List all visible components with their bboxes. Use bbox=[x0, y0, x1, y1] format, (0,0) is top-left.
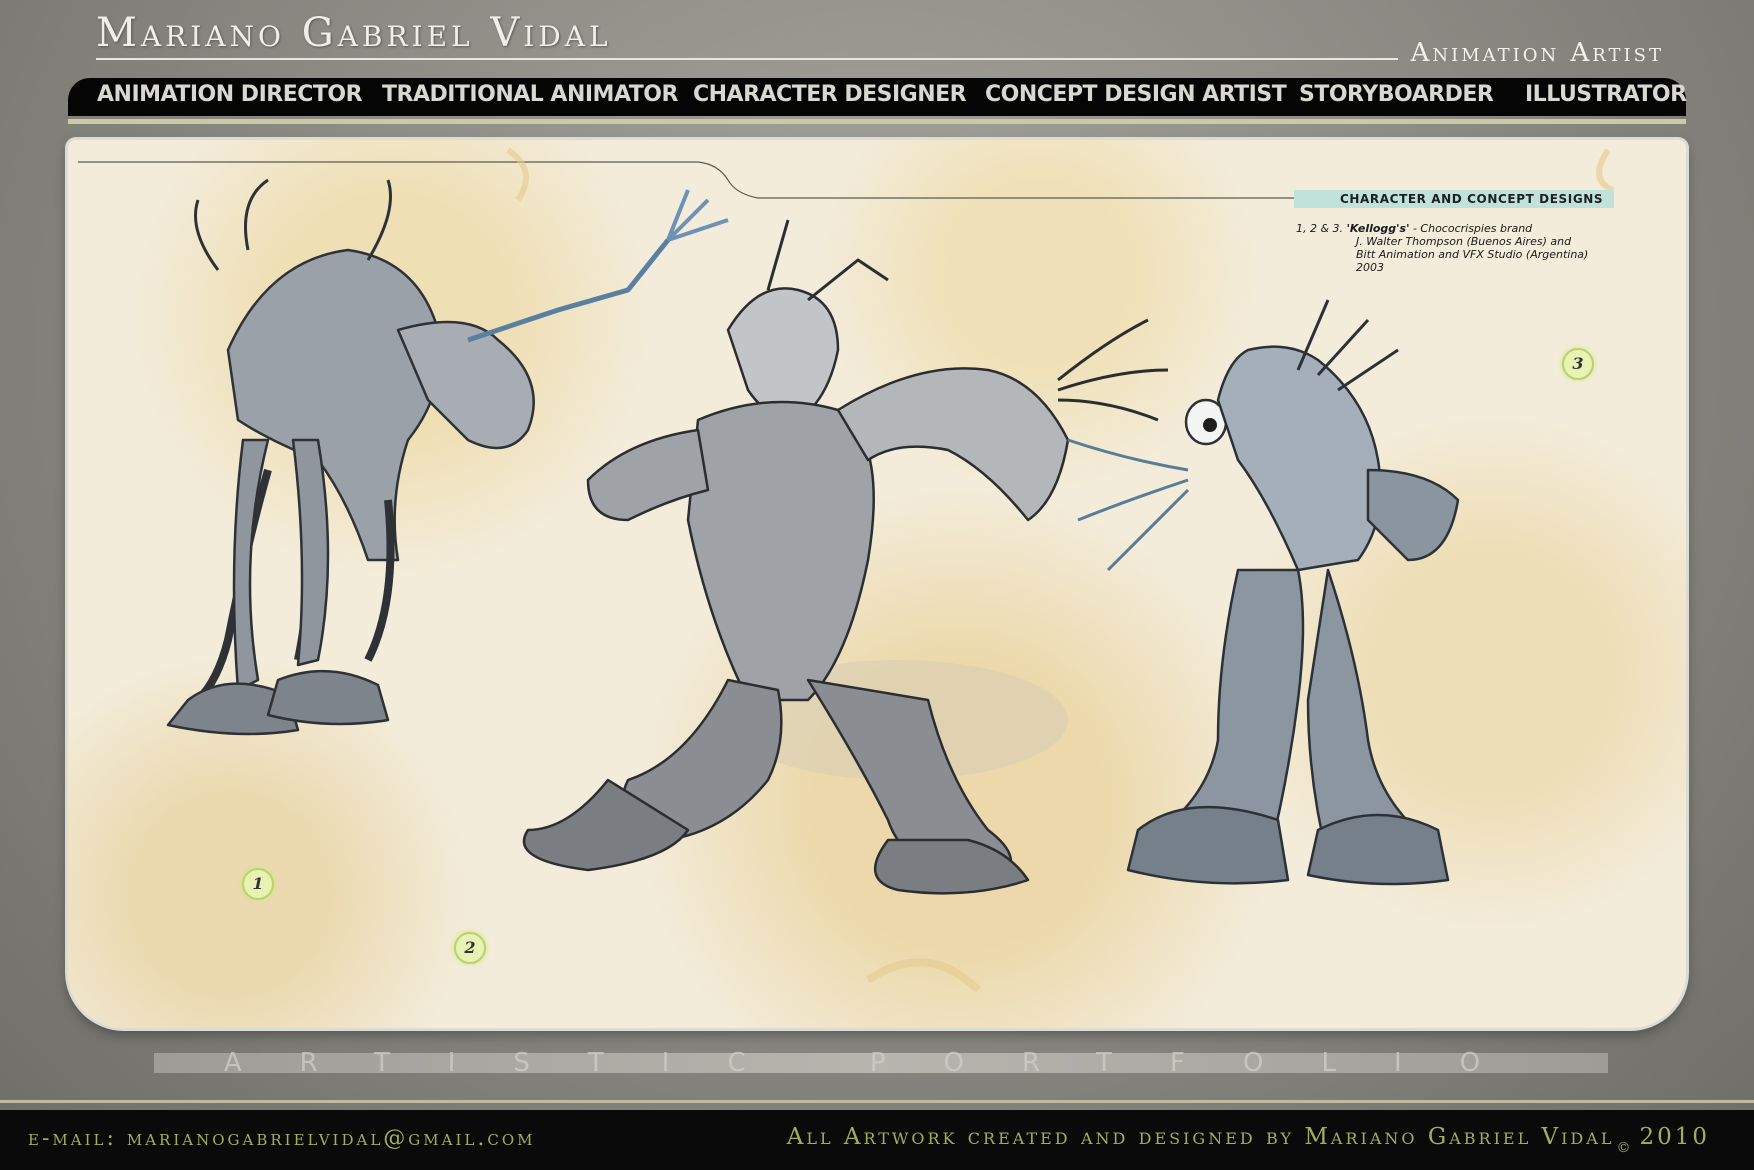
swirl-decoration bbox=[506, 147, 529, 202]
footer-credit-text: All Artwork created and designed by Mari… bbox=[786, 1124, 1615, 1150]
badge-3[interactable]: 3 bbox=[1562, 348, 1594, 380]
header-rule bbox=[96, 58, 1398, 60]
credits-client: 'Kellogg's' bbox=[1346, 222, 1410, 235]
site-subtitle: Animation Artist bbox=[1410, 38, 1664, 68]
badge-2[interactable]: 2 bbox=[454, 932, 486, 964]
copyright-symbol: © bbox=[1616, 1140, 1634, 1156]
main-nav: ANIMATION DIRECTOR TRADITIONAL ANIMATOR … bbox=[68, 78, 1687, 116]
nav-item-illustrator[interactable]: ILLUSTRATOR bbox=[1525, 82, 1687, 107]
credits-line4: 2003 bbox=[1356, 261, 1384, 274]
nav-item-character-designer[interactable]: CHARACTER DESIGNER bbox=[693, 82, 967, 107]
footer-year: 2010 bbox=[1639, 1124, 1710, 1150]
credits-line1: - Chococrispies brand bbox=[1409, 222, 1533, 235]
footer-credit: All Artwork created and designed by Mari… bbox=[787, 1124, 1710, 1156]
nav-item-concept-design-artist[interactable]: CONCEPT DESIGN ARTIST bbox=[985, 82, 1287, 107]
badge-1[interactable]: 1 bbox=[242, 868, 274, 900]
artwork-panel: CHARACTER AND CONCEPT DESIGNS 1, 2 & 3. … bbox=[68, 140, 1686, 1028]
credits-line3: Bitt Animation and VFX Studio (Argentina… bbox=[1356, 248, 1589, 261]
section-label: CHARACTER AND CONCEPT DESIGNS bbox=[1340, 192, 1604, 206]
nav-item-animation-director[interactable]: ANIMATION DIRECTOR bbox=[97, 82, 363, 107]
creature-2-drawing bbox=[522, 219, 1169, 895]
credits-block: 1, 2 & 3. 'Kellogg's' - Chococrispies br… bbox=[1296, 222, 1588, 274]
footer-email-link[interactable]: e-mail: marianogabrielvidal@gmail.com bbox=[28, 1126, 535, 1151]
nav-underline bbox=[68, 119, 1686, 124]
nav-item-storyboarder[interactable]: STORYBOARDER bbox=[1299, 82, 1494, 107]
portfolio-label: artistic portfolio bbox=[223, 1048, 1539, 1078]
swirl-decoration bbox=[865, 958, 981, 993]
nav-item-traditional-animator[interactable]: TRADITIONAL ANIMATOR bbox=[382, 82, 678, 107]
creature-3-drawing bbox=[1067, 299, 1460, 886]
connector-line bbox=[78, 161, 1318, 199]
site-title: Mariano Gabriel Vidal bbox=[96, 10, 612, 56]
swirl-decoration bbox=[1596, 148, 1615, 193]
credits-prefix: 1, 2 & 3. bbox=[1296, 222, 1344, 235]
footer-rule bbox=[0, 1100, 1754, 1103]
credits-line2: J. Walter Thompson (Buenos Aires) and bbox=[1356, 235, 1572, 248]
